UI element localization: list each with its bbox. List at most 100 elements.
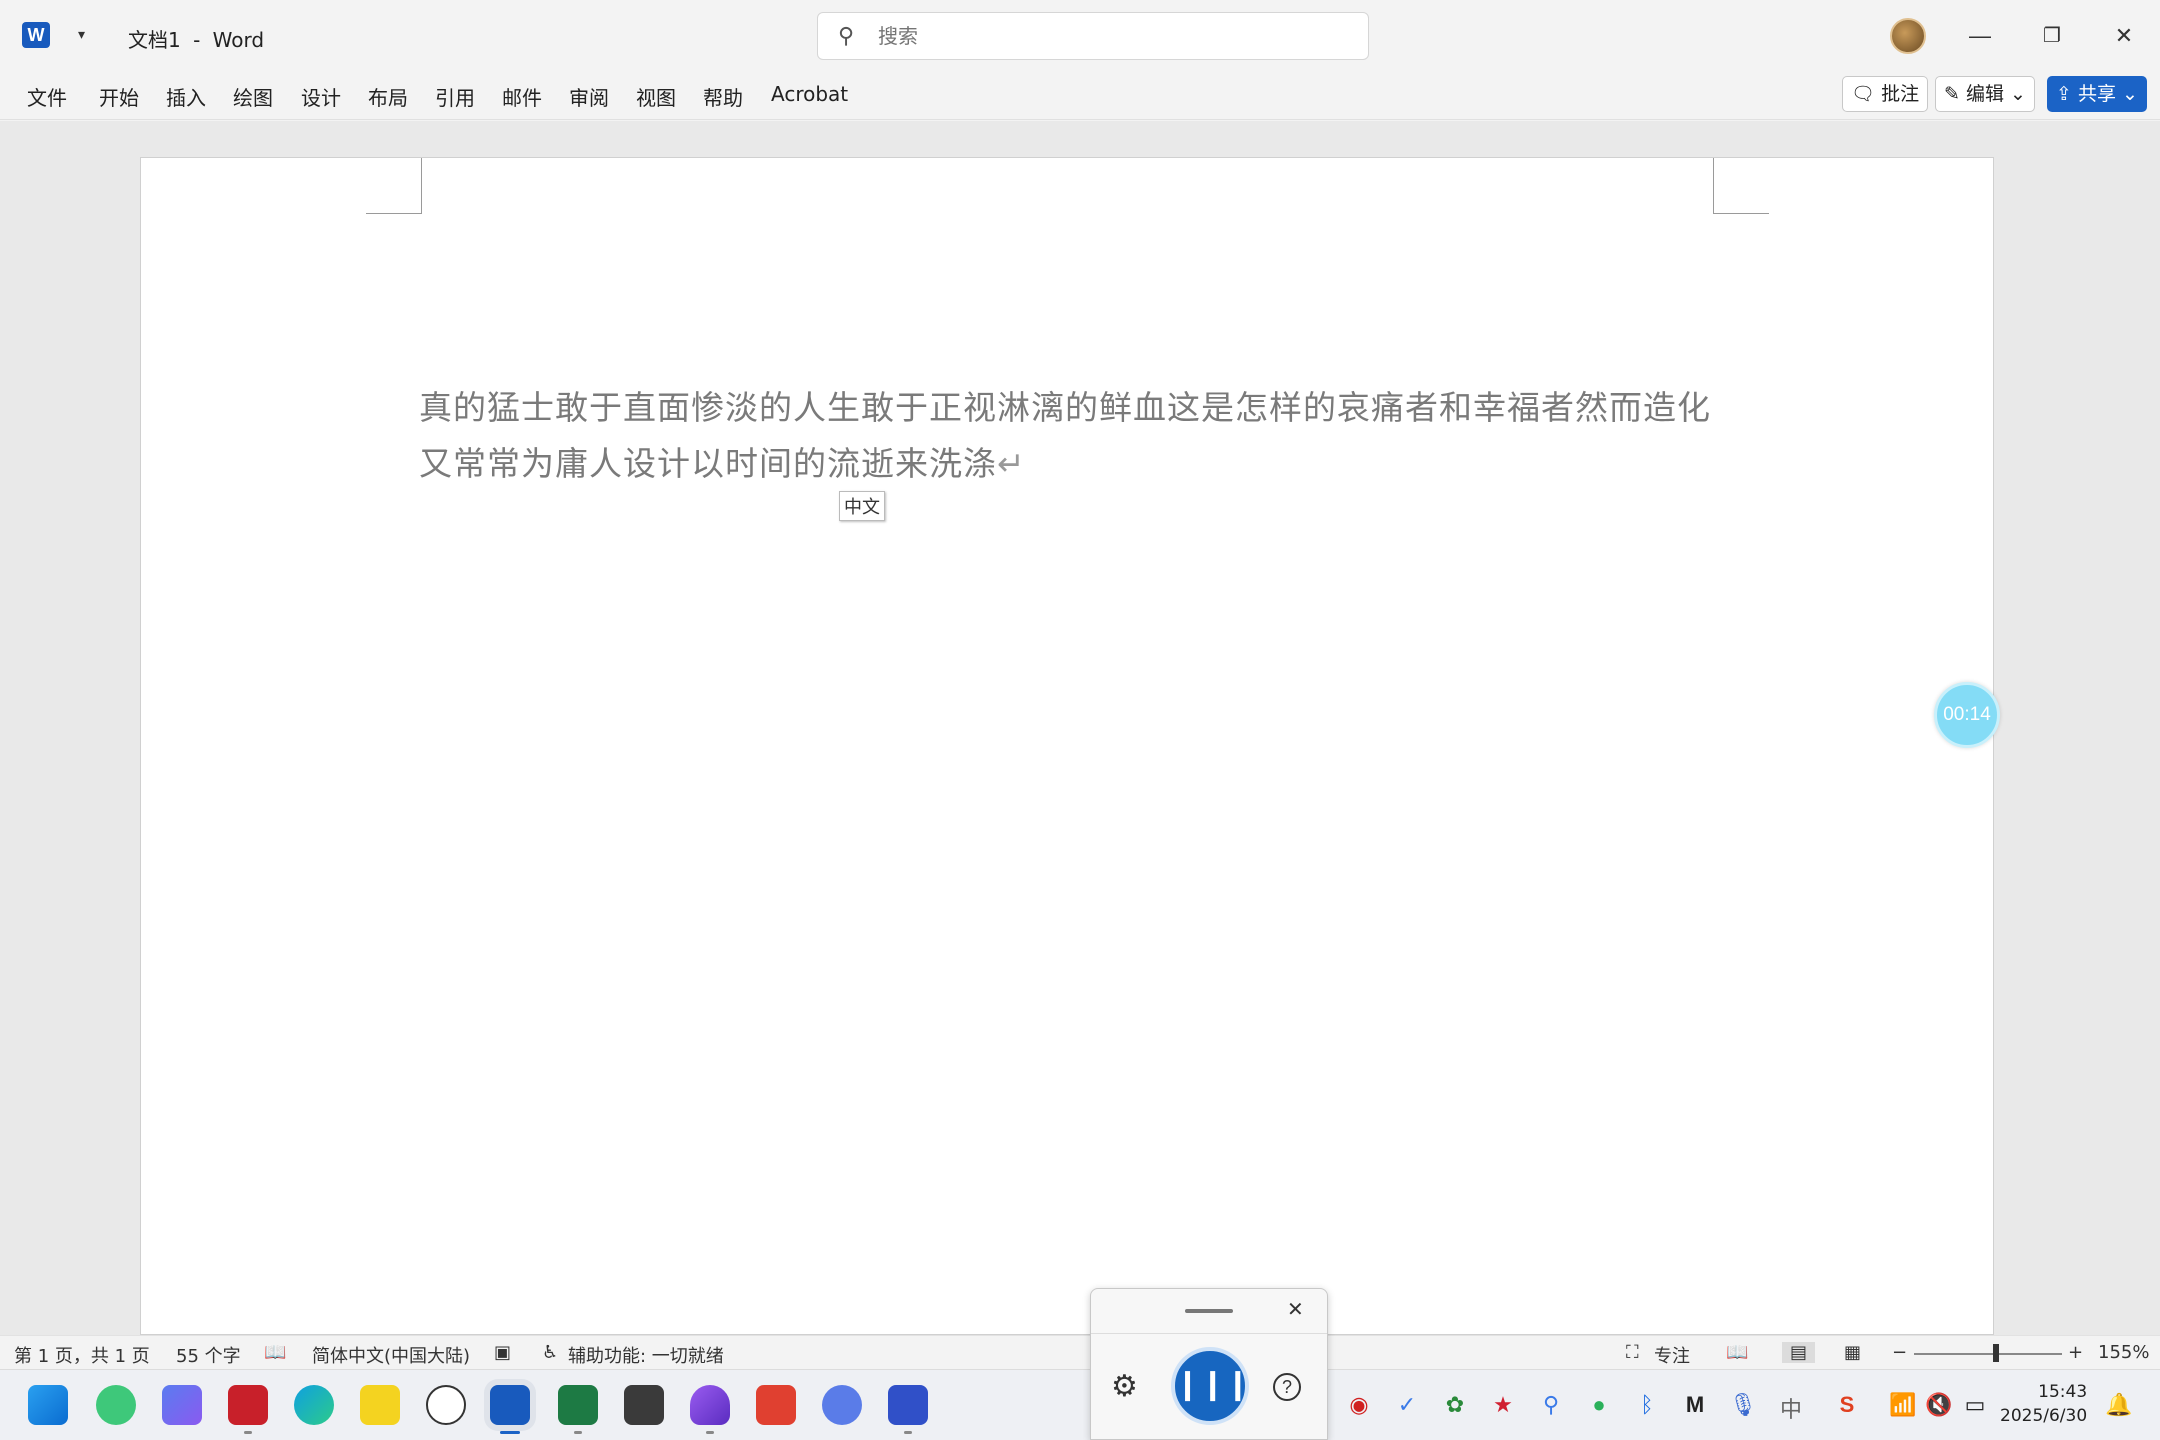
zoom-out-button[interactable]: −: [1892, 1342, 1907, 1363]
battery-icon[interactable]: ▭: [1960, 1392, 1990, 1418]
search-input[interactable]: [878, 23, 1338, 49]
status-bar: 第 1 页，共 1 页 55 个字 📖 简体中文(中国大陆) ▣ ♿ 辅助功能:…: [0, 1335, 2160, 1369]
read-mode-icon[interactable]: 📖: [1726, 1342, 1748, 1363]
app-green-leaf-icon[interactable]: [96, 1385, 136, 1425]
comment-icon: 🗨: [1851, 83, 1876, 105]
tray-clover-icon[interactable]: ✿: [1440, 1392, 1470, 1418]
tab-references[interactable]: 引用: [435, 82, 475, 111]
accessibility-icon[interactable]: ♿: [542, 1342, 558, 1363]
comments-button[interactable]: 🗨 批注: [1842, 76, 1929, 112]
wifi-icon[interactable]: 📶: [1888, 1392, 1918, 1418]
deepseek-icon[interactable]: [822, 1385, 862, 1425]
notification-icon[interactable]: 🔔: [2104, 1392, 2134, 1418]
tray-star-icon[interactable]: ★: [1488, 1392, 1518, 1418]
ime-indicator: 中文: [839, 491, 885, 521]
clock-date: 2025/6/30: [2000, 1406, 2088, 1426]
zoom-in-button[interactable]: +: [2068, 1342, 2083, 1363]
tab-acrobat[interactable]: Acrobat: [771, 82, 848, 106]
document-page[interactable]: 真的猛士敢于直面惨淡的人生敢于正视淋漓的鲜血这是怎样的哀痛者和幸福者然而造化又常…: [140, 157, 1994, 1335]
close-icon[interactable]: ✕: [2102, 14, 2146, 58]
obsidian-icon[interactable]: [690, 1385, 730, 1425]
title-bar: W ▾ 文档1 - Word ⚲ — ❐ ✕: [0, 0, 2160, 70]
zoom-slider[interactable]: [1914, 1353, 2062, 1355]
tab-draw[interactable]: 绘图: [233, 82, 273, 111]
page-count[interactable]: 第 1 页，共 1 页: [14, 1342, 150, 1368]
document-name: 文档1: [128, 28, 181, 52]
microphone-icon[interactable]: 🎙: [1728, 1392, 1758, 1418]
tray-app-red-icon[interactable]: ◉: [1344, 1392, 1374, 1418]
print-layout-icon[interactable]: ▤: [1782, 1342, 1816, 1363]
recording-timer[interactable]: 00:14: [1934, 682, 2000, 748]
tray-s-icon[interactable]: S: [1832, 1392, 1862, 1418]
minimize-icon[interactable]: —: [1958, 14, 2002, 58]
accessibility-status[interactable]: 辅助功能: 一切就绪: [568, 1342, 724, 1368]
chevron-down-icon: ⌄: [2010, 83, 2026, 105]
bluetooth-icon[interactable]: ᛒ: [1632, 1392, 1662, 1418]
start-button-icon[interactable]: [28, 1385, 68, 1425]
document-body[interactable]: 真的猛士敢于直面惨淡的人生敢于正视淋漓的鲜血这是怎样的哀痛者和幸福者然而造化又常…: [419, 380, 1719, 492]
word-count[interactable]: 55 个字: [176, 1342, 241, 1368]
focus-button[interactable]: 专注: [1654, 1342, 1690, 1368]
quick-access-dropdown-icon[interactable]: ▾: [78, 26, 85, 43]
clock[interactable]: 15:43 2025/6/30: [2000, 1380, 2087, 1428]
tab-review[interactable]: 审阅: [569, 82, 609, 111]
edge-browser-icon[interactable]: [294, 1385, 334, 1425]
proofing-icon[interactable]: 📖: [264, 1342, 286, 1363]
save-disk-app-icon[interactable]: [888, 1385, 928, 1425]
pencil-icon: ✎: [1944, 83, 1960, 105]
active-indicator: [500, 1431, 520, 1434]
track-changes-icon[interactable]: ▣: [494, 1342, 511, 1363]
document-title: 文档1 - Word: [128, 24, 264, 53]
taskbar: ◉ ✓ ✿ ★ ⚲ ● ᛒ M 🎙 中 S 📶 🔇 ▭ 15:43 2025/6…: [0, 1369, 2160, 1440]
tab-help[interactable]: 帮助: [703, 82, 743, 111]
tab-layout[interactable]: 布局: [368, 82, 408, 111]
dictation-panel: ✕ ⚙ ❙❙❙ ?: [1090, 1288, 1328, 1440]
app-purple-cube-icon[interactable]: [162, 1385, 202, 1425]
app-red-x-icon[interactable]: [756, 1385, 796, 1425]
sublime-text-icon[interactable]: [624, 1385, 664, 1425]
editing-mode-button[interactable]: ✎ 编辑 ⌄: [1935, 76, 2035, 112]
tab-design[interactable]: 设计: [301, 82, 341, 111]
title-separator: -: [193, 28, 201, 52]
player-app-icon[interactable]: [360, 1385, 400, 1425]
running-indicator: [244, 1431, 252, 1434]
app-name: Word: [212, 28, 265, 52]
tray-check-icon[interactable]: ✓: [1392, 1392, 1422, 1418]
editing-label: 编辑: [1965, 83, 2004, 105]
comments-label: 批注: [1881, 83, 1920, 105]
zoom-slider-thumb[interactable]: [1993, 1344, 1999, 1362]
clock-time: 15:43: [2038, 1382, 2088, 1402]
avatar[interactable]: [1890, 18, 1926, 54]
tray-m-icon[interactable]: M: [1680, 1392, 1710, 1418]
input-method-icon[interactable]: 中: [1776, 1392, 1806, 1424]
tray-wechat-icon[interactable]: ●: [1584, 1392, 1614, 1418]
word-taskbar-icon[interactable]: [490, 1385, 530, 1425]
zoom-level[interactable]: 155%: [2098, 1342, 2149, 1363]
tab-home[interactable]: 开始: [99, 82, 139, 111]
share-label: 共享: [2077, 83, 2116, 105]
restore-icon[interactable]: ❐: [2030, 14, 2074, 58]
panel-divider: [1091, 1333, 1327, 1334]
tab-insert[interactable]: 插入: [166, 82, 206, 111]
tab-file[interactable]: 文件: [27, 82, 67, 111]
crop-mark-top-left: [366, 158, 422, 214]
language-status[interactable]: 简体中文(中国大陆): [312, 1342, 470, 1368]
volume-muted-icon[interactable]: 🔇: [1924, 1392, 1954, 1418]
web-layout-icon[interactable]: ▦: [1844, 1342, 1861, 1363]
excel-taskbar-icon[interactable]: [558, 1385, 598, 1425]
search-box[interactable]: ⚲: [817, 12, 1369, 60]
tray-search-icon[interactable]: ⚲: [1536, 1392, 1566, 1418]
panda-app-icon[interactable]: [426, 1385, 466, 1425]
close-icon[interactable]: ✕: [1287, 1297, 1304, 1322]
pdf-app-icon[interactable]: [228, 1385, 268, 1425]
gear-icon[interactable]: ⚙: [1111, 1369, 1138, 1404]
word-logo[interactable]: W: [22, 22, 50, 48]
pause-icon[interactable]: ❙❙❙: [1171, 1347, 1250, 1425]
tab-mailings[interactable]: 邮件: [502, 82, 542, 111]
tab-view[interactable]: 视图: [636, 82, 676, 111]
share-button[interactable]: ⇪ 共享 ⌄: [2047, 76, 2147, 112]
chevron-down-icon: ⌄: [2122, 83, 2138, 105]
paragraph-mark: ↵: [997, 444, 1026, 483]
drag-handle[interactable]: [1185, 1309, 1233, 1313]
help-icon[interactable]: ?: [1273, 1373, 1301, 1401]
